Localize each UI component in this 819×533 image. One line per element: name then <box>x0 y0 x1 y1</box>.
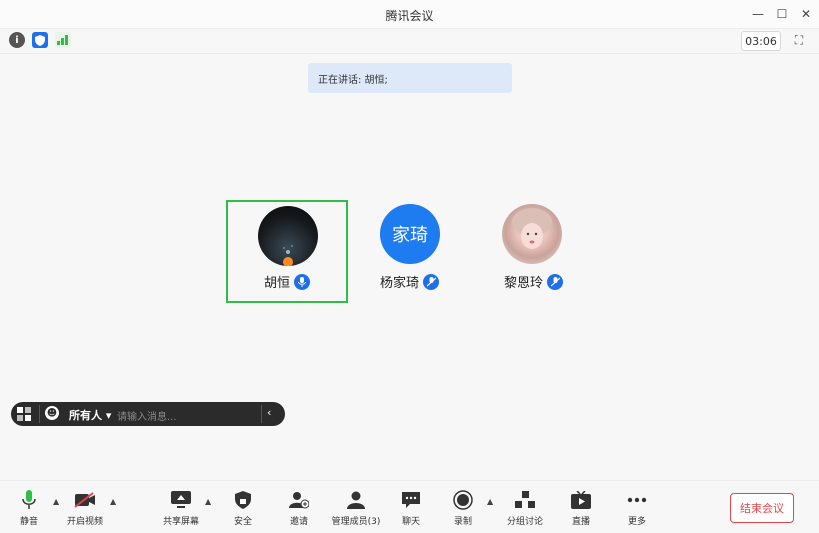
invite-icon <box>288 489 310 511</box>
divider <box>261 405 262 423</box>
divider <box>39 405 40 423</box>
chat-button[interactable]: 聊天 <box>386 489 436 527</box>
more-button[interactable]: 更多 <box>612 489 662 527</box>
minimize-button[interactable]: — <box>748 4 768 24</box>
chat-input[interactable]: 请输入消息... <box>117 408 177 423</box>
signal-strength-icon[interactable] <box>55 32 71 48</box>
live-stream-button[interactable]: 直播 <box>556 489 606 527</box>
manage-members-label: 管理成员(3) <box>331 517 381 527</box>
end-meeting-button[interactable]: 结束会议 <box>730 493 794 523</box>
recipient-label: 所有人 <box>69 409 102 422</box>
share-screen-button[interactable]: 共享屏幕 <box>156 489 206 527</box>
record-button[interactable]: 录制 <box>438 489 488 527</box>
camera-off-icon <box>74 489 96 511</box>
video-options-caret[interactable]: ▲ <box>110 497 116 506</box>
participant-name-row: 黎恩玲 <box>504 272 564 291</box>
chat-input-bar[interactable]: ☻ 所有人 ▾ 请输入消息... ‹ <box>11 402 285 426</box>
start-video-label: 开启视频 <box>66 517 103 527</box>
close-button[interactable]: ✕ <box>796 4 816 24</box>
mute-label: 静音 <box>19 517 38 527</box>
mute-button[interactable]: 静音 <box>4 489 54 527</box>
participant-tile-lienling[interactable]: 黎恩玲 <box>470 200 592 303</box>
mic-on-icon <box>294 273 311 290</box>
collapse-chevron-icon[interactable]: ‹ <box>267 406 271 419</box>
mic-muted-icon <box>423 273 440 290</box>
layout-grid-icon[interactable] <box>17 406 31 425</box>
share-options-caret[interactable]: ▲ <box>205 497 211 506</box>
live-icon <box>570 489 592 511</box>
mic-muted-icon <box>547 273 564 290</box>
more-icon <box>626 489 648 511</box>
share-screen-icon <box>170 489 192 511</box>
bottom-toolbar: 静音 ▲ 开启视频 ▲ 共享屏幕 ▲ 安全 邀请 管理成员(3) 聊天 录制 ▲… <box>0 480 819 533</box>
info-icon[interactable]: i <box>9 32 25 48</box>
avatar <box>258 206 318 266</box>
security-label: 安全 <box>233 517 252 527</box>
maximize-button[interactable]: ☐ <box>772 4 792 24</box>
chat-icon <box>400 489 422 511</box>
participant-name: 胡恒 <box>264 276 291 291</box>
members-icon <box>345 489 367 511</box>
participant-name-row: 杨家琦 <box>380 272 440 291</box>
close-icon: ✕ <box>800 7 812 21</box>
mic-icon <box>18 489 40 511</box>
participant-name: 杨家琦 <box>380 276 420 291</box>
title-bar: 腾讯会议 — ☐ ✕ <box>0 0 819 28</box>
breakout-icon <box>514 489 536 511</box>
invite-label: 邀请 <box>289 517 308 527</box>
fullscreen-icon[interactable]: ⛶ <box>790 31 808 49</box>
avatar: 家琦 <box>380 204 440 264</box>
emoji-icon[interactable]: ☻ <box>45 406 59 420</box>
maximize-icon: ☐ <box>776 7 788 21</box>
security-shield-icon[interactable] <box>32 32 48 48</box>
audio-options-caret[interactable]: ▲ <box>53 497 59 506</box>
participant-tile-yangjiaqi[interactable]: 家琦 杨家琦 <box>348 200 470 303</box>
window-title: 腾讯会议 <box>385 9 434 23</box>
manage-members-button[interactable]: 管理成员(3) <box>330 489 382 527</box>
participant-name-row: 胡恒 <box>264 272 311 291</box>
participant-name: 黎恩玲 <box>504 276 544 291</box>
breakout-rooms-button[interactable]: 分组讨论 <box>500 489 550 527</box>
live-stream-label: 直播 <box>571 517 590 527</box>
avatar <box>502 204 562 264</box>
security-button[interactable]: 安全 <box>218 489 268 527</box>
share-screen-label: 共享屏幕 <box>162 517 199 527</box>
shield-icon <box>232 489 254 511</box>
speaking-indicator: 正在讲话: 胡恒; <box>308 63 512 93</box>
record-icon <box>452 489 474 511</box>
invite-button[interactable]: 邀请 <box>274 489 324 527</box>
record-label: 录制 <box>453 517 472 527</box>
record-options-caret[interactable]: ▲ <box>487 497 493 506</box>
start-video-button[interactable]: 开启视频 <box>60 489 110 527</box>
chat-label: 聊天 <box>401 517 420 527</box>
participant-tile-huheng[interactable]: 胡恒 <box>226 200 348 303</box>
more-label: 更多 <box>627 517 646 527</box>
breakout-rooms-label: 分组讨论 <box>506 517 543 527</box>
minimize-icon: — <box>752 7 764 21</box>
meeting-info-bar: i 03:06 ⛶ <box>0 28 819 54</box>
recipient-selector[interactable]: 所有人 ▾ <box>69 407 111 423</box>
meeting-timer: 03:06 <box>741 31 781 51</box>
